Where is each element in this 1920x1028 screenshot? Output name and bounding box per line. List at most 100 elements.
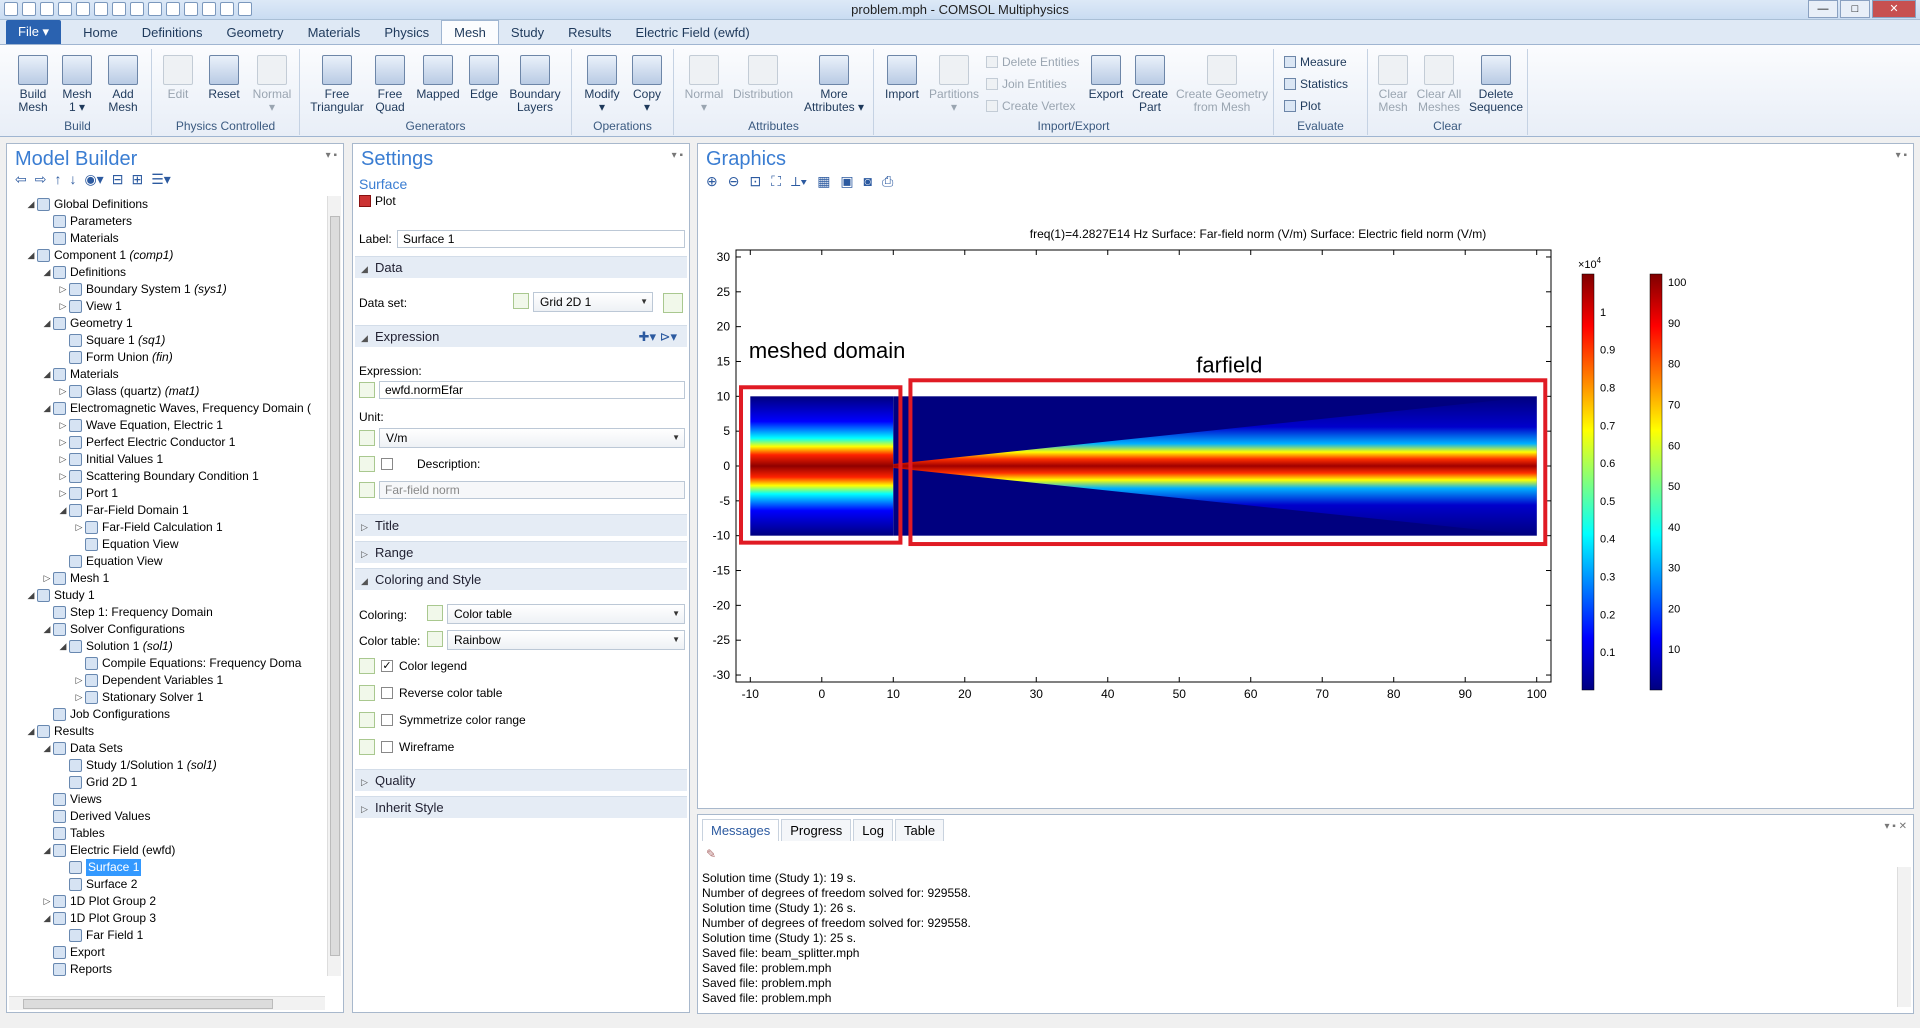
tree-node[interactable]: ◢ Results bbox=[9, 723, 325, 740]
section-coloring-style[interactable]: ◢ Coloring and Style bbox=[355, 568, 687, 590]
panel-menu-icon[interactable]: ▾ ▪ ✕ bbox=[1885, 821, 1908, 832]
scroll-thumb[interactable] bbox=[23, 999, 273, 1009]
panel-menu-icon[interactable]: ▾ ▪ bbox=[326, 150, 337, 161]
messages-scrollbar[interactable] bbox=[1897, 867, 1911, 1007]
collapse-arrow-icon[interactable]: ◢ bbox=[41, 366, 53, 383]
expand-arrow-icon[interactable]: ▷ bbox=[57, 485, 69, 502]
tree-node[interactable]: ◢ Study 1 bbox=[9, 587, 325, 604]
description-input[interactable]: Far-field norm bbox=[379, 481, 685, 499]
expand-arrow-icon[interactable]: ▷ bbox=[57, 281, 69, 298]
tree-node[interactable]: Step 1: Frequency Domain bbox=[9, 604, 325, 621]
zoom-extents-icon[interactable]: ⛶ bbox=[771, 174, 781, 188]
close-button[interactable]: ✕ bbox=[1872, 0, 1916, 18]
delete-sequence-button[interactable]: Delete Sequence bbox=[1468, 55, 1524, 114]
tree-node[interactable]: ◢ Electric Field (ewfd) bbox=[9, 842, 325, 859]
messages-tab-messages[interactable]: Messages bbox=[702, 819, 780, 841]
maximize-button[interactable]: □ bbox=[1840, 0, 1870, 18]
ribbon-tab-electric-field-ewfd[interactable]: Electric Field (ewfd) bbox=[624, 21, 762, 44]
messages-tab-log[interactable]: Log bbox=[853, 819, 893, 841]
back-icon[interactable]: ⇦ bbox=[15, 172, 27, 186]
ribbon-tab-file[interactable]: File ▾ bbox=[6, 20, 62, 44]
expand-arrow-icon[interactable]: ▷ bbox=[57, 451, 69, 468]
tree-node[interactable]: ◢ Component 1 (comp1) bbox=[9, 247, 325, 264]
tree-node[interactable]: ◢ Geometry 1 bbox=[9, 315, 325, 332]
tree-node[interactable]: ◢ Solver Configurations bbox=[9, 621, 325, 638]
symmetrize-checkbox[interactable] bbox=[381, 714, 393, 726]
expand-arrow-icon[interactable]: ▷ bbox=[57, 383, 69, 400]
collapse-arrow-icon[interactable]: ◢ bbox=[41, 264, 53, 281]
expand-arrow-icon[interactable]: ▷ bbox=[73, 689, 85, 706]
section-range[interactable]: ▷ Range bbox=[355, 541, 687, 563]
zoom-out-icon[interactable]: ⊖ bbox=[728, 174, 740, 188]
print-icon[interactable]: ⎙ bbox=[882, 174, 893, 188]
plot-mesh-button[interactable]: Plot bbox=[1284, 99, 1321, 113]
goto-source-icon[interactable] bbox=[663, 293, 683, 313]
panel-menu-icon[interactable]: ▾ ▪ bbox=[1896, 150, 1907, 161]
tree-node[interactable]: ▷ Mesh 1 bbox=[9, 570, 325, 587]
join-entities-button[interactable]: Join Entities bbox=[986, 77, 1067, 91]
tree-node[interactable]: ◢ Far-Field Domain 1 bbox=[9, 502, 325, 519]
export-button[interactable]: Export bbox=[1086, 55, 1126, 101]
collapse-arrow-icon[interactable]: ◢ bbox=[41, 740, 53, 757]
tree-node[interactable]: ▷ Wave Equation, Electric 1 bbox=[9, 417, 325, 434]
tree-node[interactable]: Surface 1 bbox=[9, 859, 325, 876]
tree-node[interactable]: Derived Values bbox=[9, 808, 325, 825]
ribbon-tab-geometry[interactable]: Geometry bbox=[214, 21, 295, 44]
expand-arrow-icon[interactable]: ▷ bbox=[57, 417, 69, 434]
collapse-arrow-icon[interactable]: ◢ bbox=[25, 723, 37, 740]
move-down-icon[interactable]: ↓ bbox=[69, 172, 76, 186]
tree-node[interactable]: Parameters bbox=[9, 213, 325, 230]
ribbon-tab-mesh[interactable]: Mesh bbox=[441, 20, 499, 44]
tree-node[interactable]: Export bbox=[9, 944, 325, 961]
collapse-arrow-icon[interactable]: ◢ bbox=[41, 621, 53, 638]
reset-button[interactable]: Reset bbox=[204, 55, 244, 101]
collapse-arrow-icon[interactable]: ◢ bbox=[41, 910, 53, 927]
mapped-button[interactable]: Mapped bbox=[414, 55, 462, 101]
delete-entities-button[interactable]: Delete Entities bbox=[986, 55, 1079, 69]
modify-button[interactable]: Modify ▾ bbox=[580, 55, 624, 114]
import-button[interactable]: Import bbox=[882, 55, 922, 101]
unit-select[interactable]: V/m bbox=[379, 428, 685, 448]
ribbon-tab-physics[interactable]: Physics bbox=[372, 21, 441, 44]
tree-node[interactable]: ▷ Perfect Electric Conductor 1 bbox=[9, 434, 325, 451]
partitions-button[interactable]: Partitions ▾ bbox=[926, 55, 982, 114]
expand-arrow-icon[interactable]: ▷ bbox=[41, 893, 53, 910]
tree-node[interactable]: Equation View bbox=[9, 536, 325, 553]
coloring-select[interactable]: Color table bbox=[447, 604, 685, 624]
tree-node[interactable]: ▷ Stationary Solver 1 bbox=[9, 689, 325, 706]
copy-button[interactable]: Copy ▾ bbox=[628, 55, 666, 114]
tree-node[interactable]: ▷ Glass (quartz) (mat1) bbox=[9, 383, 325, 400]
create-part-button[interactable]: Create Part bbox=[1130, 55, 1170, 114]
tree-node[interactable]: ◢ Solution 1 (sol1) bbox=[9, 638, 325, 655]
tree-node[interactable]: Study 1/Solution 1 (sol1) bbox=[9, 757, 325, 774]
tree-node[interactable]: ▷ Port 1 bbox=[9, 485, 325, 502]
tree-node[interactable]: ▷ View 1 bbox=[9, 298, 325, 315]
tree-node[interactable]: ▷ Initial Values 1 bbox=[9, 451, 325, 468]
model-tree-hscrollbar[interactable] bbox=[9, 996, 325, 1010]
replace-expression-icon[interactable]: ✚▾ ⊳▾ bbox=[639, 329, 677, 345]
free-quad-button[interactable]: Free Quad bbox=[370, 55, 410, 114]
move-up-icon[interactable]: ↑ bbox=[54, 172, 61, 186]
distribution-button[interactable]: Distribution bbox=[730, 55, 796, 101]
tree-node[interactable]: ◢ 1D Plot Group 3 bbox=[9, 910, 325, 927]
tree-node[interactable]: Compile Equations: Frequency Doma bbox=[9, 655, 325, 672]
expand-arrow-icon[interactable]: ▷ bbox=[73, 519, 85, 536]
mesh1-button[interactable]: Mesh 1 ▾ bbox=[58, 55, 96, 114]
measure-button[interactable]: Measure bbox=[1284, 55, 1347, 69]
tree-node[interactable]: ◢ Definitions bbox=[9, 264, 325, 281]
create-geometry-button[interactable]: Create Geometry from Mesh bbox=[1174, 55, 1270, 114]
tree-node[interactable]: Form Union (fin) bbox=[9, 349, 325, 366]
edit-button[interactable]: Edit bbox=[160, 55, 196, 101]
ribbon-tab-definitions[interactable]: Definitions bbox=[130, 21, 215, 44]
tree-menu-icon[interactable]: ☰▾ bbox=[151, 172, 171, 186]
ribbon-tab-study[interactable]: Study bbox=[499, 21, 556, 44]
wireframe-checkbox[interactable] bbox=[381, 741, 393, 753]
tree-node[interactable]: ▷ Scattering Boundary Condition 1 bbox=[9, 468, 325, 485]
zoom-box-icon[interactable]: ⊡ bbox=[749, 174, 761, 188]
add-mesh-button[interactable]: Add Mesh bbox=[102, 55, 144, 114]
section-inherit-style[interactable]: ▷ Inherit Style bbox=[355, 796, 687, 818]
ribbon-tab-results[interactable]: Results bbox=[556, 21, 623, 44]
normal-attribute-button[interactable]: Normal ▾ bbox=[682, 55, 726, 114]
section-title[interactable]: ▷ Title bbox=[355, 514, 687, 536]
tree-node[interactable]: Far Field 1 bbox=[9, 927, 325, 944]
